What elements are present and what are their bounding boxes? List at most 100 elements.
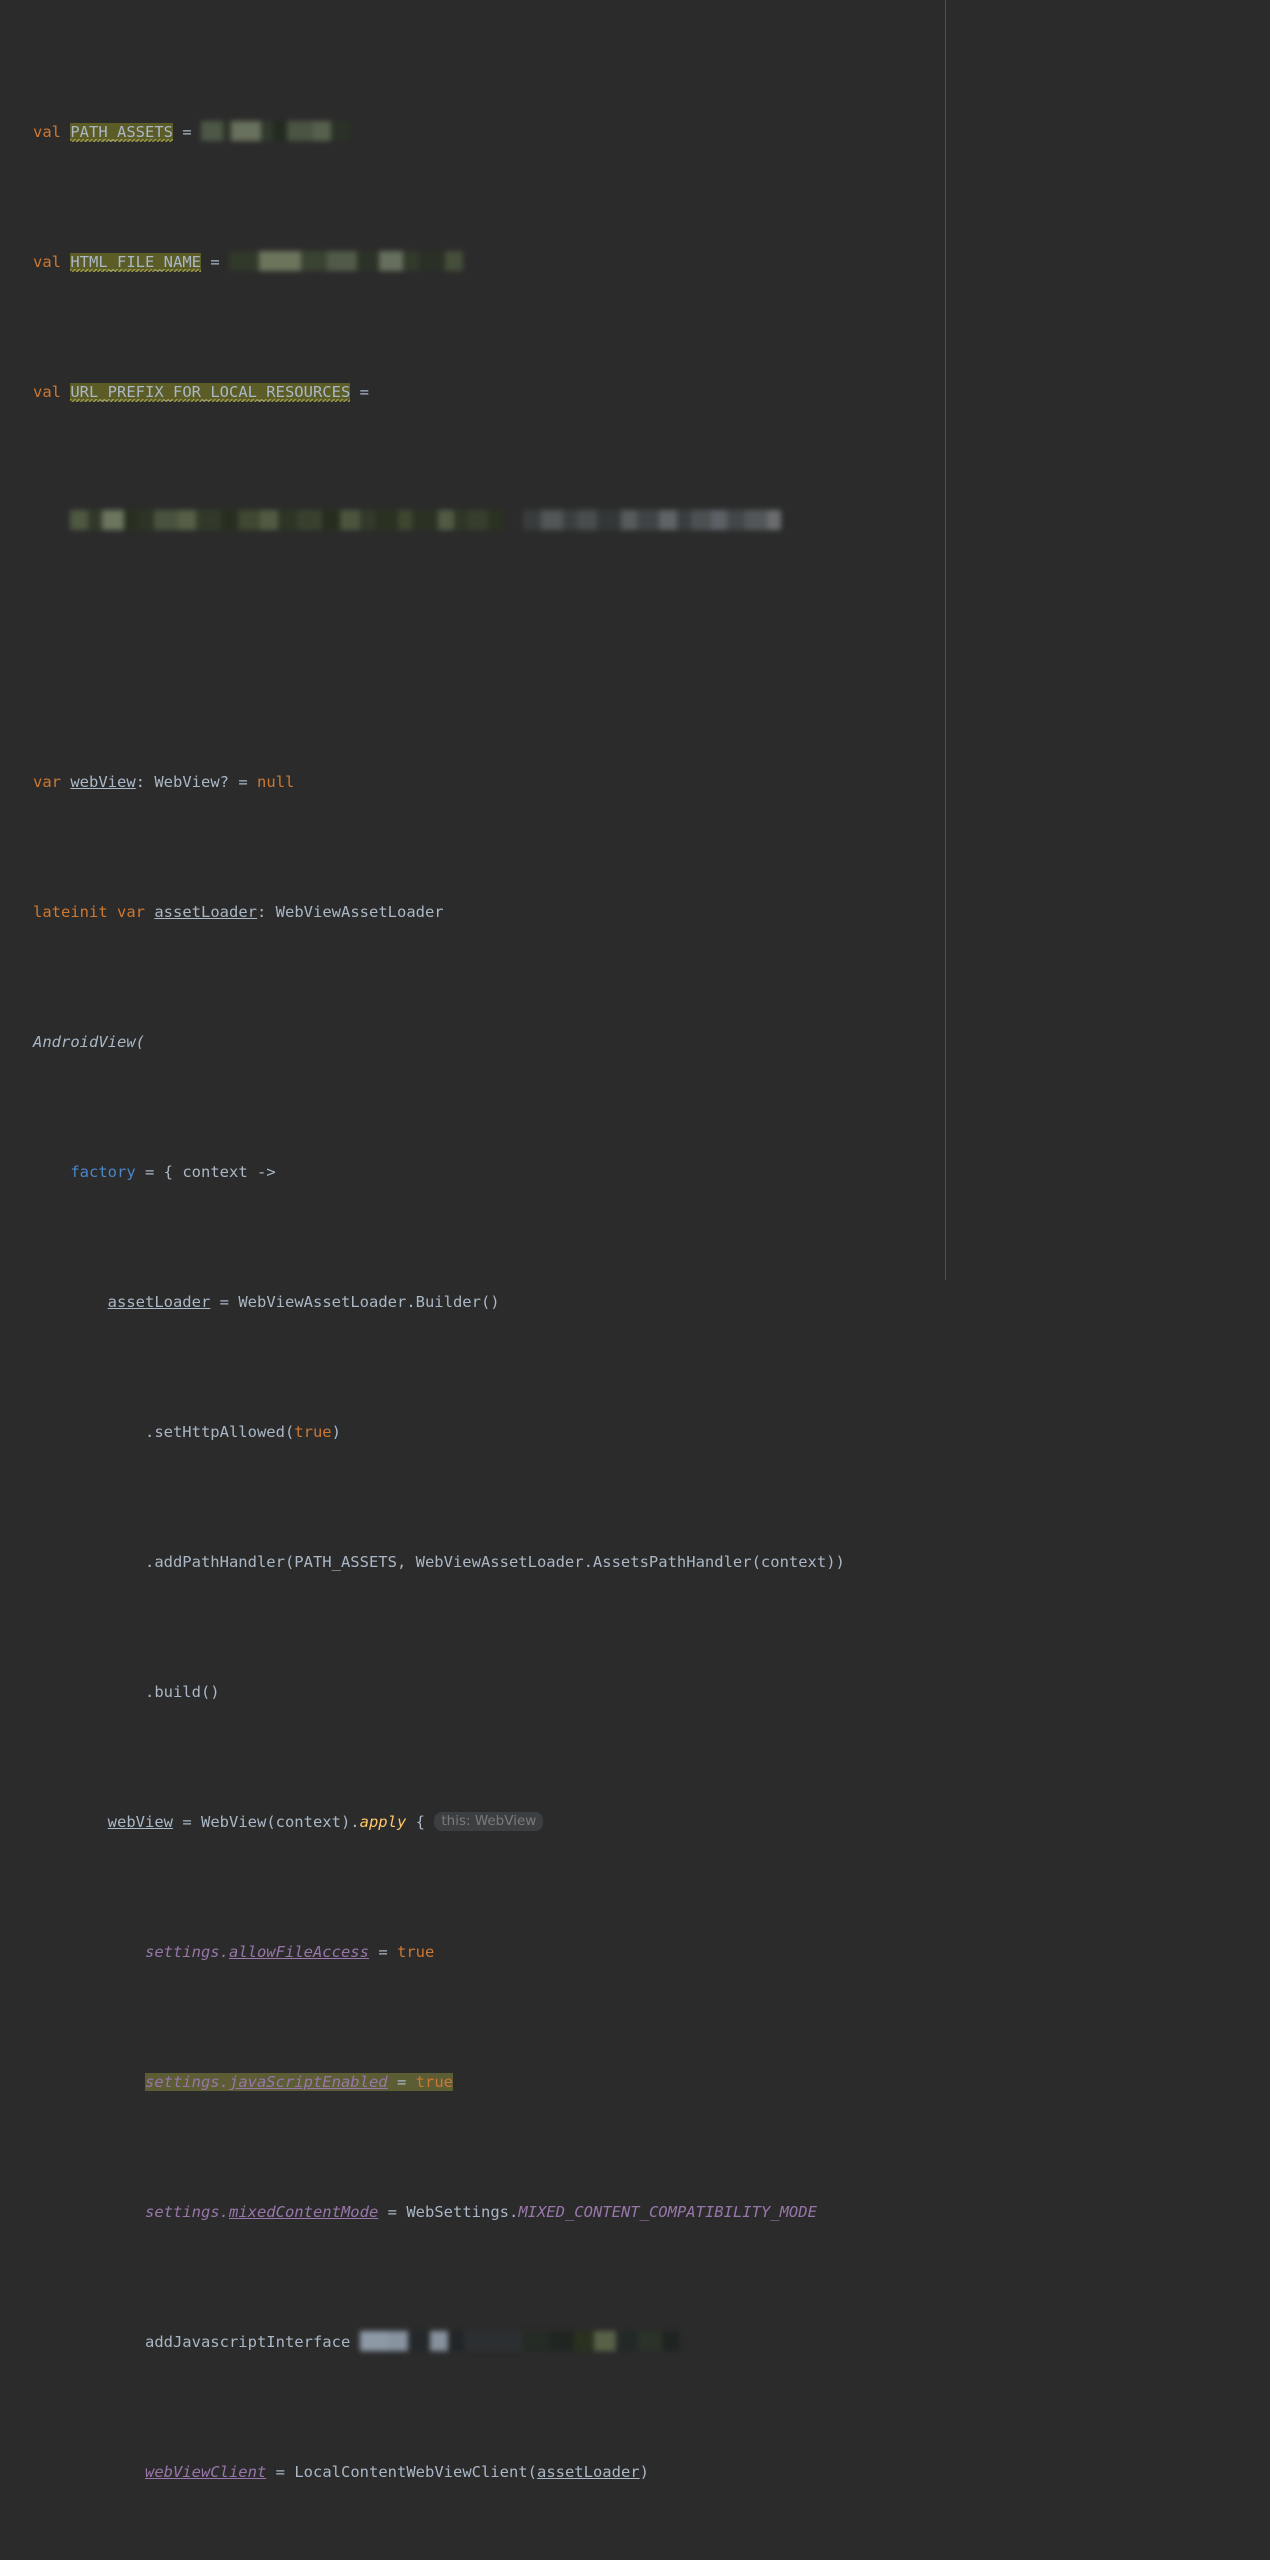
token-equals: = [210,253,220,271]
code-content[interactable]: val PATH_ASSETS = val HTML_FILE_NAME = v… [0,15,1270,2560]
redacted-block [298,509,323,530]
code-line-9: factory = { context -> [0,1159,1270,1185]
redacted-block [711,509,727,530]
code-line-14: webView = WebView(context).apply { this:… [0,1809,1270,1835]
inlay-hint-this-webview: this: WebView [434,1812,544,1831]
token-equals: = [219,1293,229,1311]
code-line-13: .build() [0,1679,1270,1705]
token-mixed-content-mode: mixedContentMode [228,2203,379,2221]
redacted-block [278,509,299,530]
code-line-10: assetLoader = WebViewAssetLoader.Builder… [0,1289,1270,1315]
redacted-block [70,509,89,530]
redacted-block [360,509,377,530]
redacted-block [577,509,597,530]
code-line-12: .addPathHandler(PATH_ASSETS, WebViewAsse… [0,1549,1270,1575]
token-keyword-var: var [117,903,145,921]
token-websettings: WebSettings. [406,2203,519,2221]
token-equals: = [359,383,369,401]
redacted-block [727,509,745,530]
highlight-javascript-enabled: settings.javaScriptEnabled = true [144,2073,453,2091]
token-path-assets-ref: PATH_ASSETS [294,1553,397,1571]
token-dot: . [219,2203,229,2221]
token-equals: = WebView(context). [182,1813,360,1831]
token-equals: = [378,1943,388,1961]
redacted-block [102,509,125,530]
redacted-block [261,120,274,141]
code-line-3: val URL_PREFIX_FOR_LOCAL_RESOURCES = [0,379,1270,405]
code-line-11: .setHttpAllowed(true) [0,1419,1270,1445]
redacted-block [260,509,279,530]
token-builder-call: WebViewAssetLoader.Builder() [238,1293,500,1311]
code-line-7: lateinit var assetLoader: WebViewAssetLo… [0,899,1270,925]
redacted-block [322,509,341,530]
code-line-15: settings.allowFileAccess = true [0,1939,1270,1965]
redacted-block [154,509,179,530]
code-line-5-blank [0,639,1270,665]
token-apply: apply [359,1813,407,1831]
redacted-block [438,509,455,530]
token-equals: = [387,2203,397,2221]
redacted-block [597,509,621,530]
token-paren: ) [639,2463,649,2481]
redacted-literal-2 [229,250,464,273]
redacted-block [691,509,711,530]
token-assetloader-ident: assetLoader [154,903,257,921]
token-comma: , [396,1553,416,1571]
token-add-path-handler: .addPathHandler( [144,1553,295,1571]
token-dot: . [219,1943,229,1961]
token-keyword-val: val [33,253,61,271]
token-settings: settings [144,2203,220,2221]
token-settings: settings [144,2073,220,2091]
redacted-block [196,509,223,530]
redacted-literal-18 [359,2330,680,2353]
token-brace: { [415,1813,425,1831]
token-true: true [415,2073,453,2091]
token-settings: settings [144,1943,220,1961]
redacted-block [447,2330,464,2351]
redacted-block [541,509,563,530]
redacted-literal-3b [523,509,781,534]
redacted-block [403,250,420,271]
token-url-prefix: URL_PREFIX_FOR_LOCAL_RESOURCES [70,383,351,401]
code-editor[interactable]: val PATH_ASSETS = val HTML_FILE_NAME = v… [0,0,1270,2481]
redacted-block [340,509,361,530]
redacted-block [231,120,262,141]
redacted-block [138,509,155,530]
redacted-block [637,509,659,530]
token-equals: = [396,2073,407,2091]
token-set-http-allowed: .setHttpAllowed( [144,1423,295,1441]
token-add-js-interface: addJavascriptInterface [144,2333,351,2351]
redacted-block [621,509,637,530]
token-null: null [257,773,295,791]
redacted-block [549,2330,574,2351]
redacted-block [677,509,691,530]
redacted-block [615,2330,638,2351]
token-arrow: -> [257,1163,276,1181]
redacted-block [659,509,677,530]
redacted-block [313,120,332,141]
code-line-4 [0,509,1270,535]
token-webviewclient: webViewClient [144,2463,267,2481]
token-localcontent-client: LocalContentWebViewClient( [294,2463,537,2481]
token-equals: = [238,773,248,791]
redacted-block [124,509,139,530]
token-mixed-content-const: MIXED_CONTENT_COMPATIBILITY_MODE [518,2203,817,2221]
token-true: true [397,1943,435,1961]
redacted-block [637,2330,662,2351]
redacted-block [259,250,302,271]
redacted-block [357,250,380,271]
token-allow-file-access: allowFileAccess [228,1943,369,1961]
redacted-block [521,2330,550,2351]
redacted-block [398,509,413,530]
redacted-block [222,509,239,530]
code-line-6: var webView: WebView? = null [0,769,1270,795]
redacted-block [273,120,288,141]
redacted-block [593,2330,616,2351]
redacted-block [201,120,224,141]
redacted-block [454,509,469,530]
token-path-assets: PATH_ASSETS [70,123,173,141]
token-keyword-val: val [33,383,61,401]
redacted-block [745,509,767,530]
redacted-block [419,250,446,271]
redacted-block [238,509,261,530]
